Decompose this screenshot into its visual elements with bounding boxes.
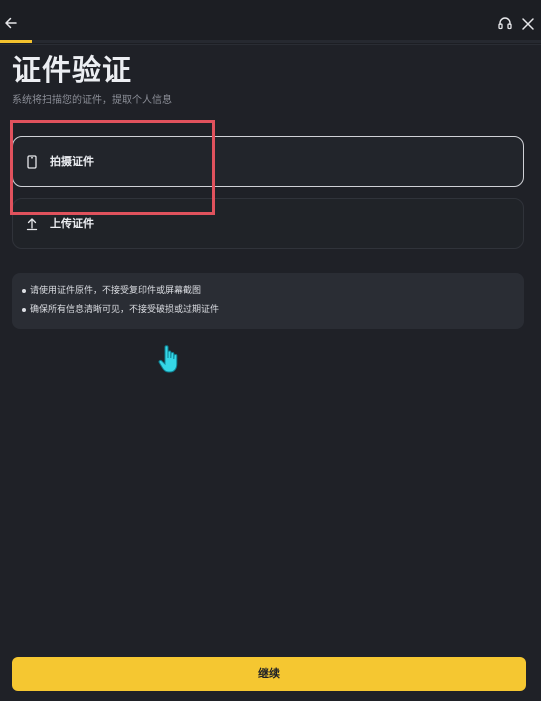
page-title: 证件验证 bbox=[12, 53, 133, 87]
upload-icon bbox=[25, 216, 39, 232]
arrow-left-icon bbox=[5, 17, 17, 29]
support-button[interactable] bbox=[497, 15, 513, 31]
tips-panel: 请使用证件原件，不接受复印件或屏幕截图 确保所有信息清晰可见，不接受破损或过期证… bbox=[12, 273, 524, 329]
tip-text: 请使用证件原件，不接受复印件或屏幕截图 bbox=[30, 286, 202, 296]
bullet-icon bbox=[22, 289, 26, 293]
take-photo-label: 拍摄证件 bbox=[50, 155, 94, 168]
tip-item: 确保所有信息清晰可见，不接受破损或过期证件 bbox=[22, 304, 220, 316]
page-subtitle: 系统将扫描您的证件，提取个人信息 bbox=[12, 95, 172, 106]
headset-icon bbox=[498, 17, 512, 30]
upload-option[interactable]: 上传证件 bbox=[12, 198, 524, 249]
take-photo-option[interactable]: 拍摄证件 bbox=[12, 136, 524, 187]
close-button[interactable] bbox=[521, 16, 535, 30]
back-button[interactable] bbox=[2, 14, 20, 32]
hand-pointer-icon bbox=[156, 343, 184, 375]
close-icon bbox=[522, 18, 534, 30]
tip-item: 请使用证件原件，不接受复印件或屏幕截图 bbox=[22, 285, 202, 297]
tip-text: 确保所有信息清晰可见，不接受破损或过期证件 bbox=[30, 305, 220, 315]
progress-track bbox=[0, 40, 541, 43]
continue-button[interactable]: 继续 bbox=[12, 657, 526, 691]
bullet-icon bbox=[22, 308, 26, 312]
upload-label: 上传证件 bbox=[50, 217, 94, 230]
phone-camera-icon bbox=[25, 154, 39, 170]
top-bar bbox=[0, 0, 541, 45]
progress-bar bbox=[0, 40, 33, 43]
